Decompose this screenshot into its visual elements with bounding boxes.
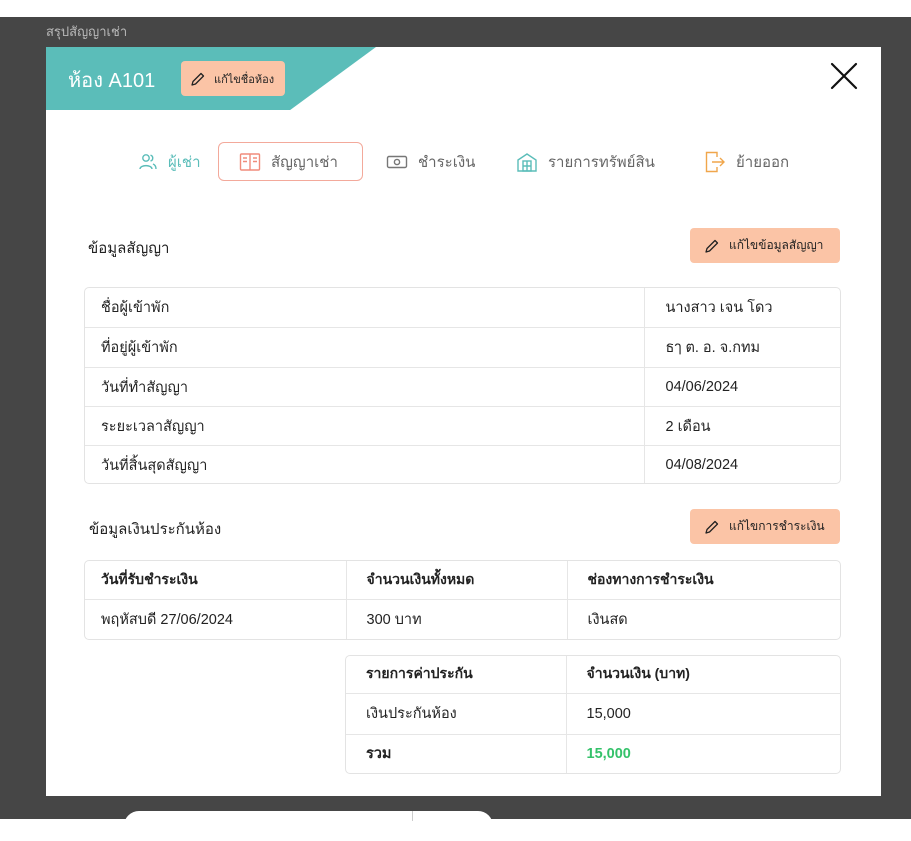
contract-value: ธๅ ต. อ. จ.กทม: [643, 327, 840, 368]
column-header: จำนวนเงิน (บาท): [565, 656, 840, 694]
rename-room-label: แก้ไขชื่อห้อง: [214, 73, 275, 86]
exit-icon: [704, 150, 726, 174]
tab-tenant-label: ผู้เช่า: [168, 153, 201, 171]
payment-date: พฤหัสบดี 27/06/2024: [101, 611, 233, 628]
tab-payment[interactable]: ชำระเงิน: [386, 142, 475, 181]
tab-contract[interactable]: สัญญาเช่า: [218, 142, 363, 181]
contract-value: 2 เดือน: [643, 406, 840, 446]
tab-bar: ผู้เช่า สัญญาเช่า ชำระเงิน รายการทรัพย์ส…: [46, 142, 881, 183]
room-title: ห้อง A101: [68, 70, 156, 92]
deposit-section-title: ข้อมูลเงินประกันห้อง: [89, 521, 222, 538]
contract-value: 04/08/2024: [643, 445, 840, 483]
tab-assets-label: รายการทรัพย์สิน: [548, 153, 655, 171]
contract-section-title: ข้อมูลสัญญา: [88, 240, 170, 257]
background-page-title: สรุปสัญญาเช่า: [46, 24, 128, 39]
deposit-item-amount: 15,000: [565, 693, 840, 735]
tab-move-out[interactable]: ย้ายออก: [704, 142, 789, 181]
book-icon: [239, 152, 261, 172]
table-row: เงินประกันห้อง 15,000: [346, 693, 840, 735]
tab-assets[interactable]: รายการทรัพย์สิน: [516, 142, 655, 181]
contract-label: ที่อยู่ผู้เข้าพัก: [85, 327, 644, 368]
tab-payment-label: ชำระเงิน: [418, 153, 476, 171]
total-row: รวม 15,000: [346, 734, 840, 773]
contract-value: 04/06/2024: [643, 367, 840, 407]
edit-payment-label: แก้ไขการชำระเงิน: [729, 519, 825, 533]
contract-label: ชื่อผู้เข้าพัก: [85, 288, 644, 328]
contract-table: ชื่อผู้เข้าพัก นางสาว เจน โดว ที่อยู่ผู้…: [84, 287, 841, 484]
contract-label: ระยะเวลาสัญญา: [85, 406, 644, 446]
table-header-row: รายการค่าประกัน จำนวนเงิน (บาท): [346, 656, 840, 694]
pencil-icon: [704, 238, 720, 254]
total-label: รวม: [366, 746, 392, 763]
tab-tenant[interactable]: ผู้เช่า: [138, 142, 201, 181]
edit-contract-label: แก้ไขข้อมูลสัญญา: [729, 238, 824, 252]
background-pill-divider: [412, 811, 413, 821]
users-icon: [138, 152, 158, 172]
table-row: ชื่อผู้เข้าพัก นางสาว เจน โดว: [85, 288, 840, 328]
rename-room-button[interactable]: แก้ไขชื่อห้อง: [181, 61, 285, 96]
contract-label: วันที่สิ้นสุดสัญญา: [101, 457, 208, 474]
pencil-icon: [190, 71, 206, 87]
edit-payment-button[interactable]: แก้ไขการชำระเงิน: [690, 509, 840, 544]
close-icon[interactable]: [828, 60, 860, 92]
table-row: วันที่สิ้นสุดสัญญา 04/08/2024: [85, 445, 840, 483]
table-row: วันที่ทำสัญญา 04/06/2024: [85, 367, 840, 407]
deposit-table: รายการค่าประกัน จำนวนเงิน (บาท) เงินประก…: [345, 655, 841, 774]
contract-summary-modal: ห้อง A101 แก้ไขชื่อห้อง ผู้เช่า สัญญาเช่…: [46, 47, 881, 796]
pencil-icon: [704, 519, 720, 535]
background-pill: [124, 811, 493, 841]
column-header: ช่องทางการชำระเงิน: [566, 561, 840, 600]
tab-move-out-label: ย้ายออก: [736, 153, 790, 171]
payment-amount: 300 บาท: [345, 599, 567, 639]
table-row: ระยะเวลาสัญญา 2 เดือน: [85, 406, 840, 446]
building-icon: [516, 151, 538, 173]
tab-contract-label: สัญญาเช่า: [271, 153, 338, 171]
payment-table: วันที่รับชำระเงิน จำนวนเงินทั้งหมด ช่องท…: [84, 560, 841, 640]
deposit-item-label: เงินประกันห้อง: [346, 693, 566, 735]
table-row: ที่อยู่ผู้เข้าพัก ธๅ ต. อ. จ.กทม: [85, 327, 840, 368]
contract-value: นางสาว เจน โดว: [643, 288, 840, 328]
column-header: รายการค่าประกัน: [346, 656, 566, 694]
column-header: จำนวนเงินทั้งหมด: [345, 561, 567, 600]
table-row: พฤหัสบดี 27/06/2024 300 บาท เงินสด: [85, 599, 840, 639]
edit-contract-button[interactable]: แก้ไขข้อมูลสัญญา: [690, 228, 840, 263]
money-icon: [386, 154, 408, 170]
contract-label: วันที่ทำสัญญา: [85, 367, 644, 407]
payment-method: เงินสด: [566, 599, 840, 639]
column-header: วันที่รับชำระเงิน: [85, 561, 346, 600]
total-amount: 15,000: [565, 734, 840, 773]
table-header-row: วันที่รับชำระเงิน จำนวนเงินทั้งหมด ช่องท…: [85, 561, 840, 600]
